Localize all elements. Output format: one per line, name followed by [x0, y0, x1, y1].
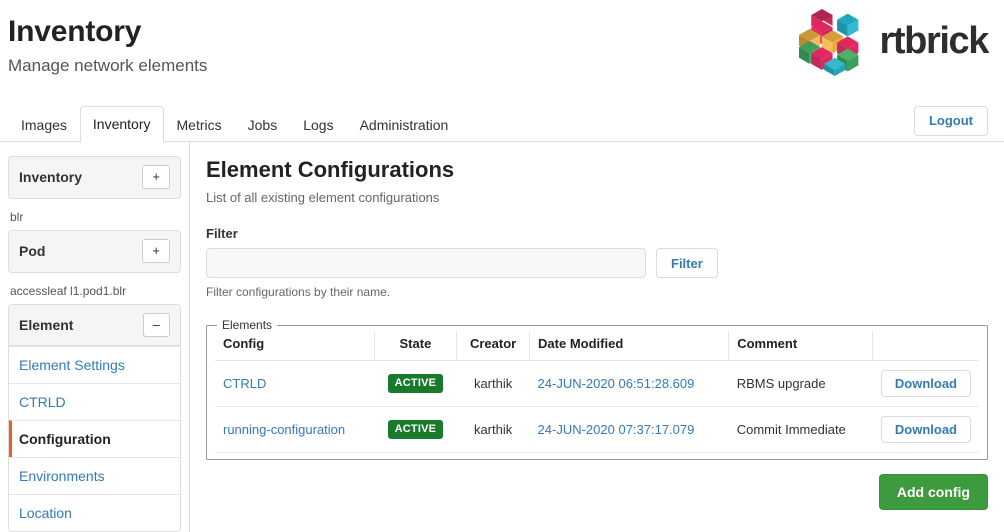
sidebar-item-location[interactable]: Location — [9, 494, 180, 531]
status-badge: ACTIVE — [387, 420, 444, 439]
rtbrick-cubes-logo-icon — [798, 9, 858, 76]
sidebar-item-element-settings[interactable]: Element Settings — [9, 346, 180, 383]
filter-button[interactable]: Filter — [656, 248, 718, 278]
brand-logo: rtbrick — [792, 6, 990, 76]
collapse-element-button[interactable]: – — [142, 313, 170, 337]
cell-comment: Commit Immediate — [728, 406, 873, 453]
filter-input[interactable] — [206, 248, 646, 278]
cell-date-modified: 24-JUN-2020 07:37:17.079 — [529, 406, 729, 453]
filter-label: Filter — [206, 226, 238, 241]
tab-logs[interactable]: Logs — [290, 107, 346, 143]
column-header-action — [872, 332, 979, 361]
filter-help-text: Filter configurations by their name. — [206, 285, 391, 299]
main-content: Element Configurations List of all exist… — [190, 142, 1004, 510]
sidebar-item-configuration[interactable]: Configuration — [9, 420, 180, 457]
tab-images[interactable]: Images — [8, 107, 80, 143]
cell-creator: karthik — [456, 406, 530, 453]
sidebar-panel-element-title: Element — [19, 317, 74, 333]
sidebar-panel-element-header[interactable]: Element – — [9, 305, 180, 346]
sidebar-item-environments[interactable]: Environments — [9, 457, 180, 494]
table-row: running-configuration ACTIVE karthik 24-… — [215, 406, 979, 453]
elements-fieldset: Elements Config State Creator Date Modif… — [206, 318, 988, 460]
config-link-running-configuration[interactable]: running-configuration — [223, 422, 345, 437]
sidebar-panel-inventory: Inventory + — [8, 156, 181, 199]
logout-button[interactable]: Logout — [913, 106, 988, 136]
cell-state: ACTIVE — [374, 406, 457, 453]
tab-administration[interactable]: Administration — [347, 107, 462, 143]
page-body: Inventory + blr Pod + accessleaf l1.pod1… — [0, 142, 1004, 532]
column-header-config: Config — [215, 332, 375, 361]
add-config-button[interactable]: Add config — [878, 474, 988, 510]
sidebar-panel-inventory-header[interactable]: Inventory + — [9, 157, 180, 198]
cell-state: ACTIVE — [374, 360, 457, 407]
sidebar-panel-element: Element – Element Settings CTRLD Configu… — [8, 304, 181, 532]
sidebar-group-label-element: accessleaf l1.pod1.blr — [10, 284, 127, 298]
add-config-row: Add config — [206, 474, 988, 510]
download-button[interactable]: Download — [880, 370, 971, 397]
sidebar-panel-pod-title: Pod — [19, 243, 46, 259]
elements-legend: Elements — [222, 318, 273, 332]
brand-wordmark: rtbrick — [879, 20, 990, 62]
elements-table: Config State Creator Date Modified Comme… — [215, 332, 979, 453]
expand-pod-button[interactable]: + — [142, 239, 170, 263]
date-modified-link[interactable]: 24-JUN-2020 06:51:28.609 — [538, 376, 695, 391]
elements-table-body: CTRLD ACTIVE karthik 24-JUN-2020 06:51:2… — [215, 360, 979, 453]
expand-inventory-button[interactable]: + — [142, 165, 170, 189]
cell-action: Download — [872, 360, 979, 407]
cell-action: Download — [872, 406, 979, 453]
column-header-creator: Creator — [456, 332, 531, 361]
app-page: Inventory Manage network elements rtbric… — [0, 0, 1004, 532]
main-tabbar: Images Inventory Metrics Jobs Logs Admin… — [0, 106, 1004, 143]
cell-config: CTRLD — [215, 360, 375, 407]
sidebar-group-label-pod: blr — [10, 210, 24, 224]
config-link-ctrld[interactable]: CTRLD — [223, 376, 266, 391]
sidebar: Inventory + blr Pod + accessleaf l1.pod1… — [0, 142, 190, 532]
column-header-state: State — [374, 332, 458, 361]
cell-config: running-configuration — [215, 406, 375, 453]
main-subtitle: List of all existing element configurati… — [206, 190, 440, 205]
date-modified-link[interactable]: 24-JUN-2020 07:37:17.079 — [538, 422, 695, 437]
tab-list: Images Inventory Metrics Jobs Logs Admin… — [8, 106, 1004, 143]
sidebar-panel-pod: Pod + — [8, 230, 181, 273]
tab-jobs[interactable]: Jobs — [235, 107, 291, 143]
elements-table-head: Config State Creator Date Modified Comme… — [215, 332, 979, 361]
cell-comment: RBMS upgrade — [728, 360, 873, 407]
tab-inventory[interactable]: Inventory — [79, 106, 164, 143]
page-header: Inventory Manage network elements rtbric… — [0, 0, 1004, 92]
download-button[interactable]: Download — [880, 416, 971, 443]
status-badge: ACTIVE — [387, 374, 444, 393]
column-header-date-modified: Date Modified — [529, 332, 730, 361]
main-title: Element Configurations — [206, 157, 455, 182]
table-header-row: Config State Creator Date Modified Comme… — [215, 332, 979, 361]
filter-row: Filter — [206, 248, 988, 278]
cell-creator: karthik — [456, 360, 530, 407]
cell-date-modified: 24-JUN-2020 06:51:28.609 — [529, 360, 729, 407]
sidebar-panel-inventory-title: Inventory — [19, 169, 83, 185]
column-header-comment: Comment — [728, 332, 874, 361]
tab-metrics[interactable]: Metrics — [164, 107, 235, 143]
sidebar-item-ctrld[interactable]: CTRLD — [9, 383, 180, 420]
table-row: CTRLD ACTIVE karthik 24-JUN-2020 06:51:2… — [215, 360, 979, 407]
sidebar-panel-pod-header[interactable]: Pod + — [9, 231, 180, 272]
